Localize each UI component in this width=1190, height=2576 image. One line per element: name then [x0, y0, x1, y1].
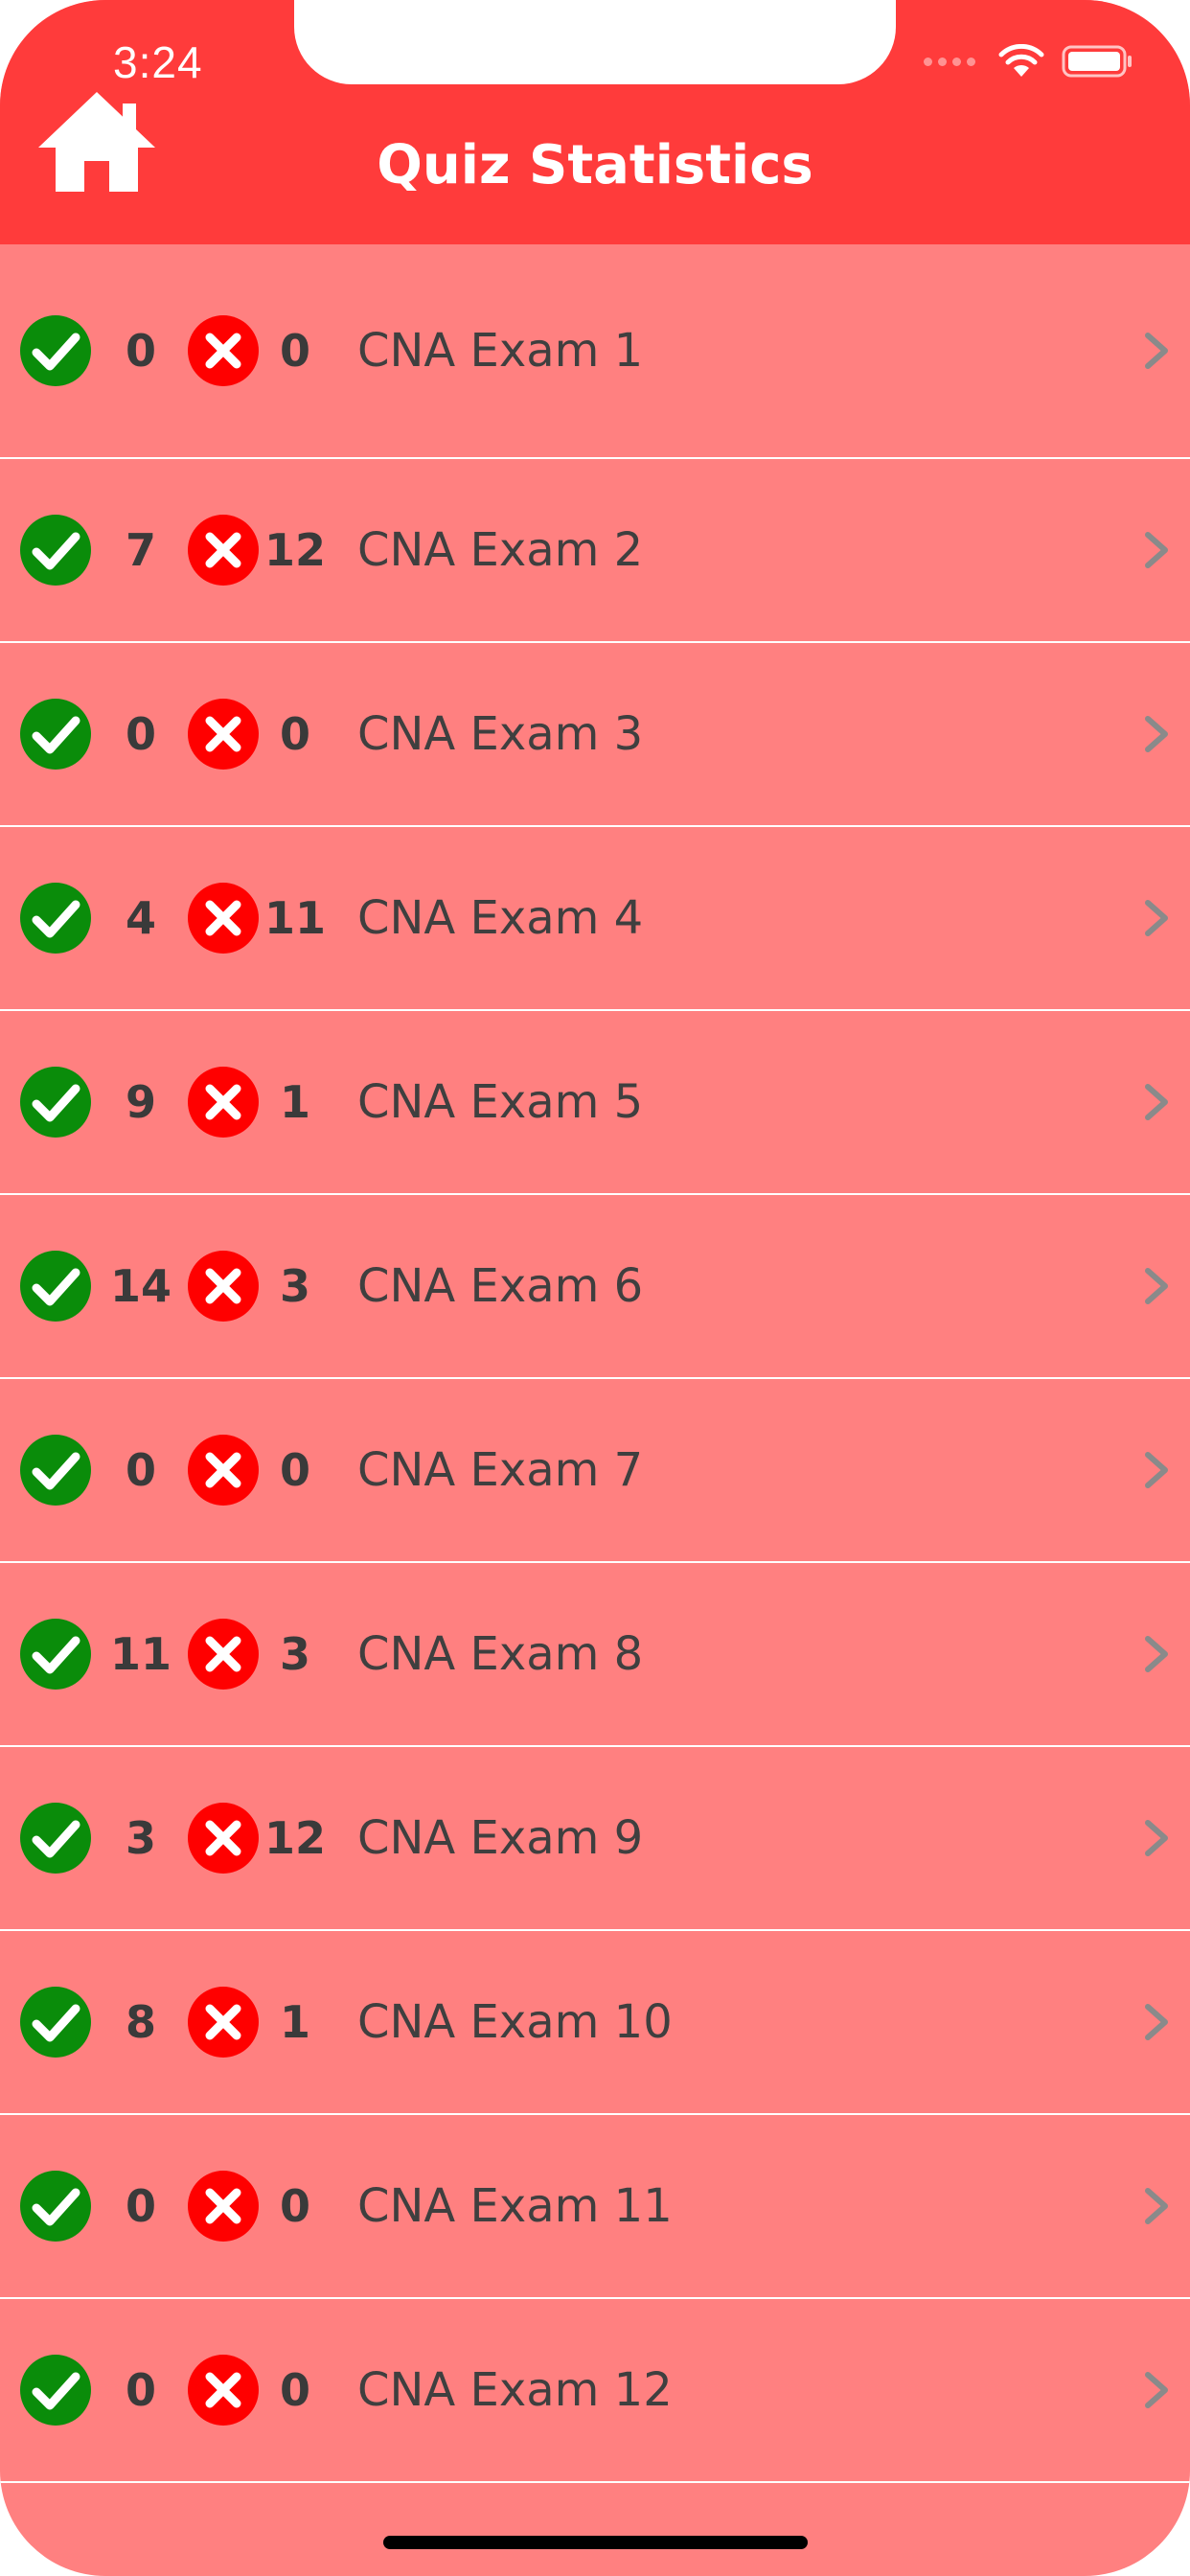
x-circle-icon [187, 2170, 260, 2242]
wrong-count: 3 [279, 1260, 310, 1312]
list-item[interactable]: 0 0 CNA Exam 1 [0, 244, 1190, 459]
exam-name: CNA Exam 1 [357, 324, 644, 378]
x-circle-icon [187, 1434, 260, 1506]
correct-count: 0 [125, 325, 156, 377]
x-circle-icon [187, 1802, 260, 1874]
chevron-right-icon [1142, 1633, 1171, 1675]
check-circle-icon [19, 2170, 92, 2242]
wrong-count: 0 [279, 2364, 310, 2416]
list-item[interactable]: 0 0 CNA Exam 11 [0, 2115, 1190, 2299]
chevron-right-icon [1142, 2001, 1171, 2043]
correct-count: 0 [125, 2180, 156, 2232]
chevron-right-icon [1142, 713, 1171, 755]
list-item[interactable]: 0 0 CNA Exam 7 [0, 1379, 1190, 1563]
wrong-count: 12 [263, 1812, 326, 1864]
exam-name: CNA Exam 9 [357, 1811, 644, 1865]
correct-count: 11 [109, 1628, 172, 1680]
list-item[interactable]: 3 12 CNA Exam 9 [0, 1747, 1190, 1931]
cellular-signal-icon [924, 57, 975, 66]
chevron-right-icon [1142, 2185, 1171, 2227]
x-circle-icon [187, 1250, 260, 1322]
check-circle-icon [19, 514, 92, 586]
correct-count: 0 [125, 1444, 156, 1496]
wrong-count: 1 [279, 1996, 310, 2048]
status-icons [924, 44, 1134, 79]
wrong-count: 0 [279, 708, 310, 760]
x-circle-icon [187, 698, 260, 770]
list-item[interactable]: 7 12 CNA Exam 2 [0, 459, 1190, 643]
list-item[interactable]: 8 1 CNA Exam 10 [0, 1931, 1190, 2115]
correct-count: 0 [125, 708, 156, 760]
x-circle-icon [187, 1066, 260, 1138]
list-item[interactable]: 4 11 CNA Exam 4 [0, 827, 1190, 1011]
chevron-right-icon [1142, 2369, 1171, 2411]
wrong-count: 3 [279, 1628, 310, 1680]
page-title: Quiz Statistics [377, 134, 813, 196]
wrong-count: 0 [279, 1444, 310, 1496]
nav-bar: 3:24 Quiz Statistics [0, 0, 1190, 244]
chevron-right-icon [1142, 897, 1171, 939]
x-circle-icon [187, 514, 260, 586]
x-circle-icon [187, 2354, 260, 2426]
exam-name: CNA Exam 7 [357, 1443, 644, 1497]
check-circle-icon [19, 2354, 92, 2426]
list-item[interactable]: 11 3 CNA Exam 8 [0, 1563, 1190, 1747]
correct-count: 8 [125, 1996, 156, 2048]
exam-name: CNA Exam 5 [357, 1075, 644, 1129]
correct-count: 7 [125, 524, 156, 576]
exam-name: CNA Exam 8 [357, 1627, 644, 1681]
correct-count: 3 [125, 1812, 156, 1864]
wrong-count: 1 [279, 1076, 310, 1128]
chevron-right-icon [1142, 1817, 1171, 1859]
check-circle-icon [19, 1434, 92, 1506]
check-circle-icon [19, 1618, 92, 1690]
wrong-count: 0 [279, 325, 310, 377]
wifi-icon [998, 44, 1044, 77]
exam-name: CNA Exam 11 [357, 2179, 673, 2233]
app-screen: 3:24 Quiz Statistics 0 0 CNA Exam 1 7 12… [0, 0, 1190, 2576]
device-notch [294, 0, 896, 84]
x-circle-icon [187, 1986, 260, 2058]
wrong-count: 11 [263, 892, 326, 944]
chevron-right-icon [1142, 330, 1171, 372]
exam-name: CNA Exam 10 [357, 1995, 673, 2049]
status-time: 3:24 [113, 37, 203, 87]
wrong-count: 0 [279, 2180, 310, 2232]
check-circle-icon [19, 882, 92, 954]
battery-icon [1062, 45, 1132, 78]
x-circle-icon [187, 1618, 260, 1690]
exam-name: CNA Exam 4 [357, 891, 644, 945]
x-circle-icon [187, 882, 260, 954]
check-circle-icon [19, 1066, 92, 1138]
correct-count: 14 [109, 1260, 172, 1312]
chevron-right-icon [1142, 529, 1171, 571]
check-circle-icon [19, 1250, 92, 1322]
correct-count: 4 [125, 892, 156, 944]
check-circle-icon [19, 1986, 92, 2058]
list-item[interactable]: 9 1 CNA Exam 5 [0, 1011, 1190, 1195]
check-circle-icon [19, 698, 92, 770]
check-circle-icon [19, 314, 92, 387]
quiz-stats-list: 0 0 CNA Exam 1 7 12 CNA Exam 2 0 0 CNA Exam 3 4 11… [0, 244, 1190, 2483]
check-circle-icon [19, 1802, 92, 1874]
exam-name: CNA Exam 6 [357, 1259, 644, 1313]
list-item[interactable]: 0 0 CNA Exam 12 [0, 2299, 1190, 2483]
exam-name: CNA Exam 2 [357, 523, 644, 577]
chevron-right-icon [1142, 1265, 1171, 1307]
chevron-right-icon [1142, 1081, 1171, 1123]
exam-name: CNA Exam 3 [357, 707, 644, 761]
list-item[interactable]: 0 0 CNA Exam 3 [0, 643, 1190, 827]
list-item[interactable]: 14 3 CNA Exam 6 [0, 1195, 1190, 1379]
correct-count: 9 [125, 1076, 156, 1128]
wrong-count: 12 [263, 524, 326, 576]
home-indicator[interactable] [383, 2536, 808, 2549]
correct-count: 0 [125, 2364, 156, 2416]
chevron-right-icon [1142, 1449, 1171, 1491]
x-circle-icon [187, 314, 260, 387]
exam-name: CNA Exam 12 [357, 2363, 673, 2417]
